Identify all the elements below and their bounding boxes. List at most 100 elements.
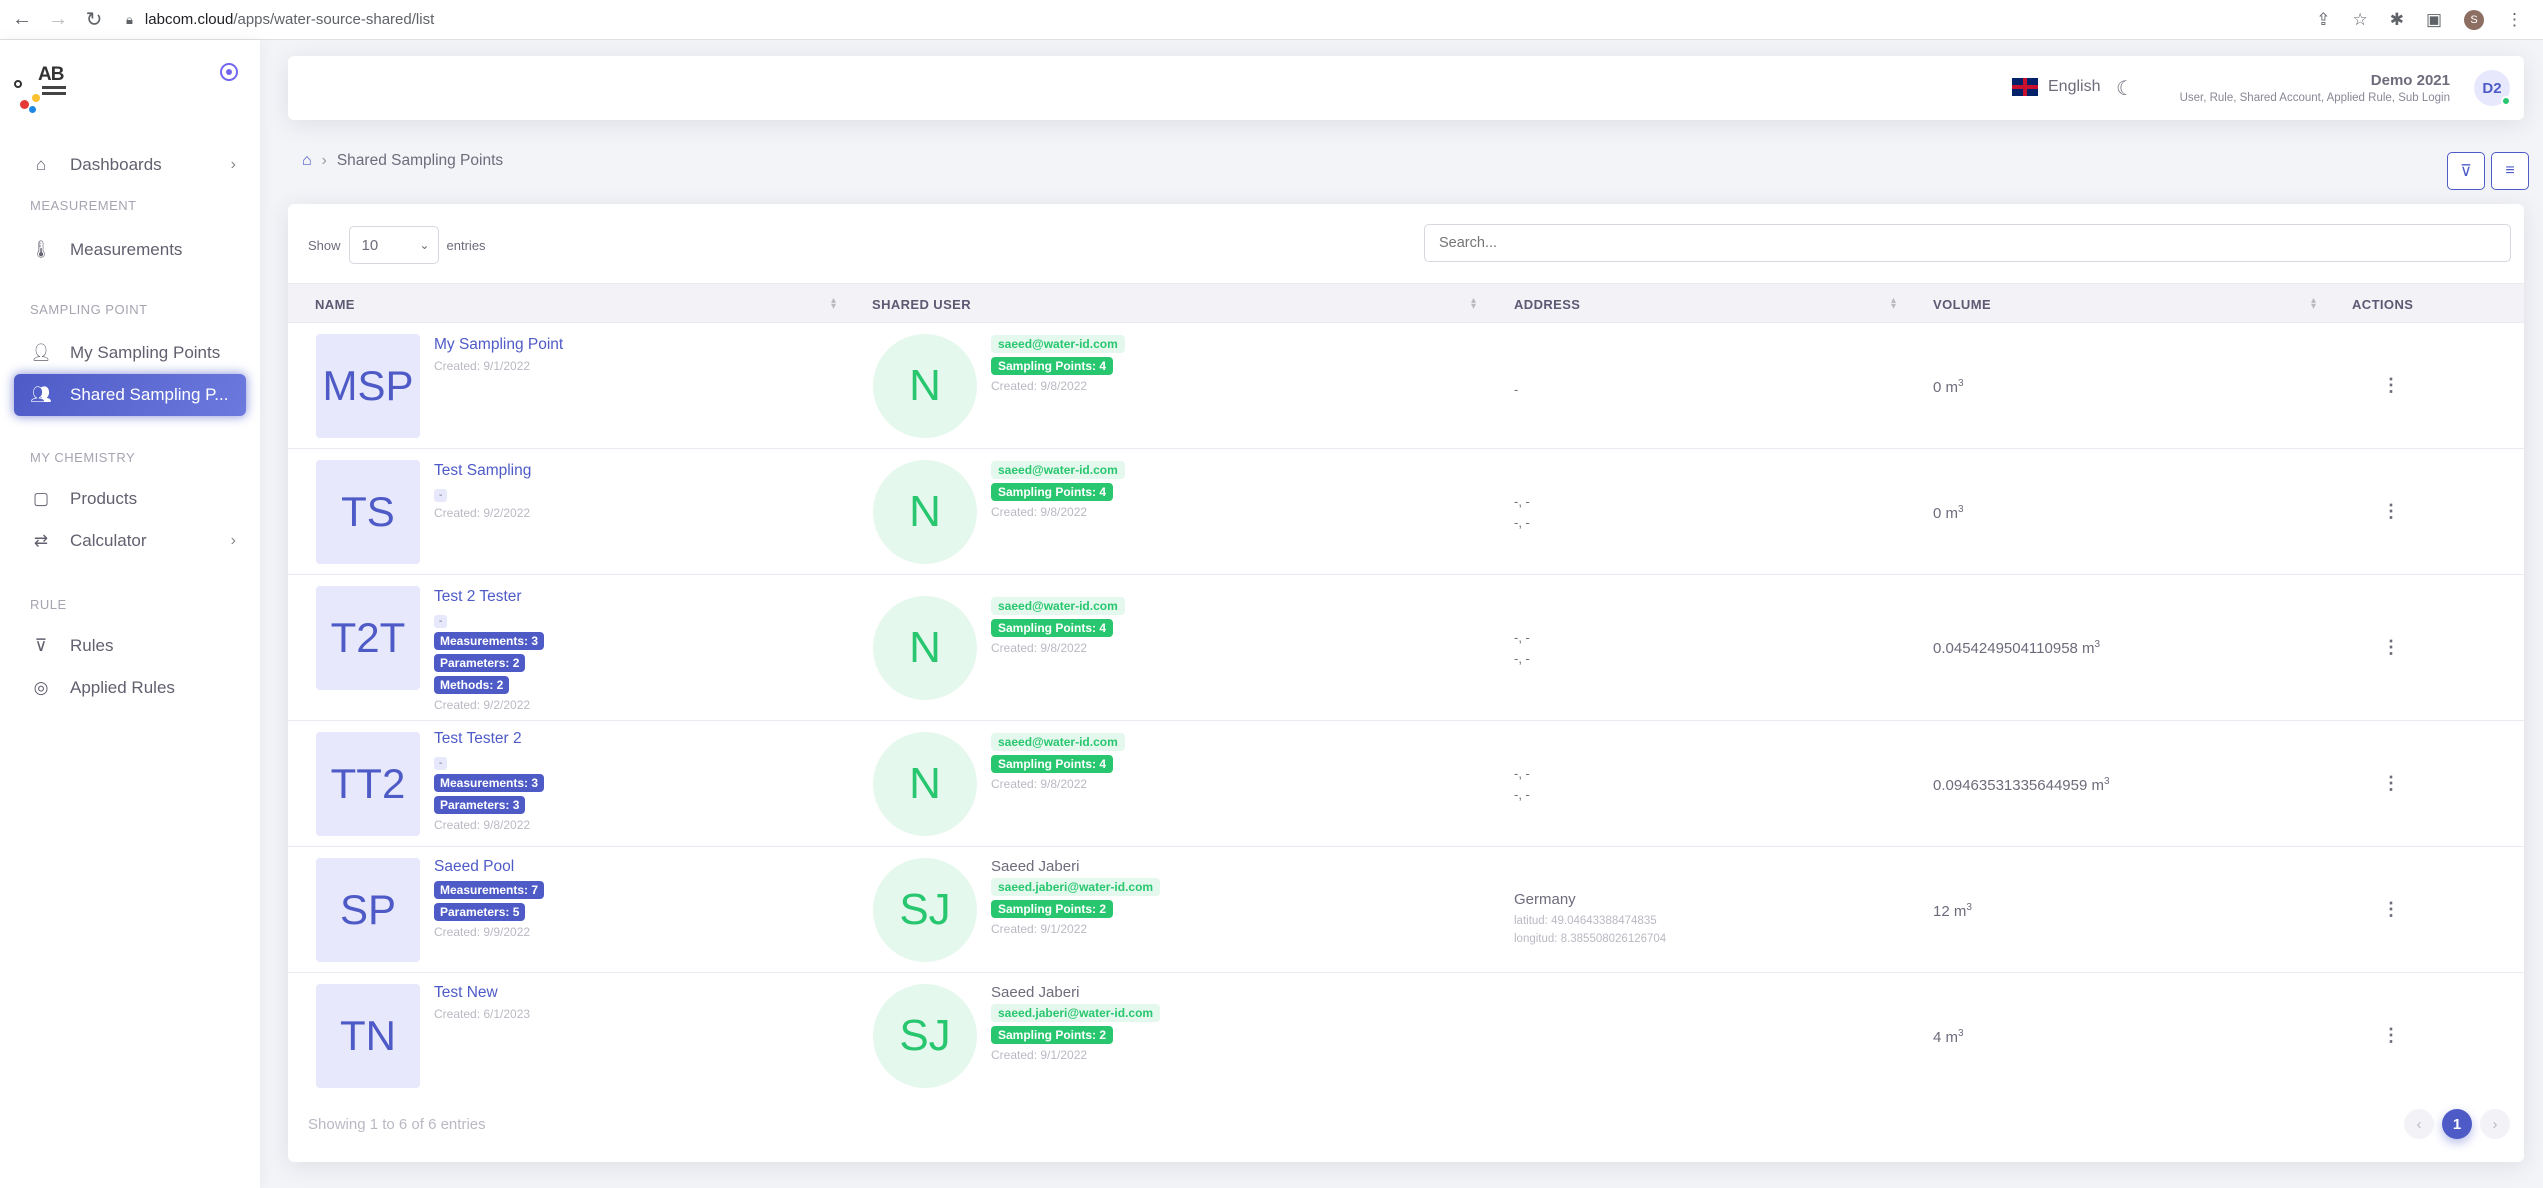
user-email-badge: saeed@water-id.com xyxy=(991,461,1125,479)
sampling-point-name-link[interactable]: Test Tester 2 xyxy=(434,730,544,748)
sampling-point-name-link[interactable]: Test New xyxy=(434,984,530,1002)
user-info[interactable]: Demo 2021 User, Rule, Shared Account, Ap… xyxy=(2180,72,2450,104)
chevron-down-icon: ⌄ xyxy=(419,238,430,252)
address-country: Germany xyxy=(1514,891,1576,908)
user-roles: User, Rule, Shared Account, Applied Rule… xyxy=(2179,92,2450,104)
entries-label: entries xyxy=(446,237,486,253)
more-icon[interactable]: ⋮ xyxy=(2506,10,2523,30)
sidebar-item-applied-rules[interactable]: ◎ Applied Rules xyxy=(14,667,246,709)
sampling-point-name-link[interactable]: Test Sampling xyxy=(434,462,531,480)
star-icon[interactable]: ☆ xyxy=(2352,10,2367,30)
sidebar-item-measurements[interactable]: 🌡︎ Measurements xyxy=(14,229,246,271)
sidebar-item-dashboards[interactable]: ⌂ Dashboards › xyxy=(14,144,246,186)
user-email-badge: saeed.jaberi@water-id.com xyxy=(991,1004,1161,1022)
row-actions-icon[interactable]: ⋮ xyxy=(2382,637,2400,658)
extensions-icon[interactable]: ✱ xyxy=(2390,10,2404,30)
avatar[interactable]: D2 xyxy=(2474,70,2511,106)
user-email-badge: saeed.jaberi@water-id.com xyxy=(991,878,1161,896)
section-measurement: MEASUREMENT xyxy=(30,198,137,213)
shared-user-avatar: N xyxy=(873,460,977,564)
user-email-badge: saeed@water-id.com xyxy=(991,597,1125,615)
address-line: -, - xyxy=(1514,630,1530,645)
user-created-date: Created: 9/8/2022 xyxy=(991,505,1088,519)
address-line: -, - xyxy=(1514,651,1530,666)
column-header-shared-user[interactable]: SHARED USER xyxy=(872,284,971,324)
language-selector[interactable]: English xyxy=(2012,78,2100,96)
filter-button[interactable]: ⊽ xyxy=(2447,152,2485,190)
filter-icon: ⊽ xyxy=(34,636,48,655)
sidebar-item-rules[interactable]: ⊽ Rules xyxy=(14,625,246,667)
sort-icon[interactable]: ▴ ▾ xyxy=(1891,296,1896,312)
pagination-next[interactable]: › xyxy=(2480,1109,2510,1139)
bag-icon: ▢ xyxy=(32,489,50,508)
chevron-right-icon: › xyxy=(230,156,236,173)
sidebar-item-shared-sampling-points[interactable]: 👥︎ Shared Sampling P... xyxy=(14,374,246,416)
table-info: Showing 1 to 6 of 6 entries xyxy=(308,1116,486,1133)
thermometer-icon: 🌡︎ xyxy=(30,240,52,259)
volume-value: 0 m3 xyxy=(1933,504,1964,522)
sort-icon[interactable]: ▴ ▾ xyxy=(831,296,836,312)
volume-value: 0.09463531335644959 m3 xyxy=(1933,776,2110,794)
menu-button[interactable]: ≡ xyxy=(2491,152,2529,190)
moon-icon[interactable]: ☾ xyxy=(2116,76,2134,101)
sampling-point-name-link[interactable]: My Sampling Point xyxy=(434,336,563,354)
column-header-address[interactable]: ADDRESS xyxy=(1514,284,1580,324)
page-size-select[interactable]: 10 ⌄ xyxy=(348,226,439,264)
menu-icon: ≡ xyxy=(2505,162,2515,179)
back-icon[interactable]: ← xyxy=(8,6,36,34)
sidebar-item-products[interactable]: ▢ Products xyxy=(14,478,246,520)
sampling-point-avatar: MSP xyxy=(316,334,420,438)
repeat-icon: ⇄ xyxy=(33,531,49,550)
column-header-volume[interactable]: VOLUME xyxy=(1933,284,1991,324)
row-actions-icon[interactable]: ⋮ xyxy=(2382,1025,2400,1046)
sidebar-item-my-sampling-points[interactable]: 👤︎ My Sampling Points xyxy=(14,332,246,374)
row-actions-icon[interactable]: ⋮ xyxy=(2382,773,2400,794)
sampling-point-avatar: TS xyxy=(316,460,420,564)
pagination-prev[interactable]: ‹ xyxy=(2404,1109,2434,1139)
app-logo[interactable]: AB xyxy=(12,62,72,113)
pin-sidebar-icon[interactable] xyxy=(220,63,238,81)
address-bar[interactable]: 🔒︎ labcom.cloud/apps/water-source-shared… xyxy=(126,11,434,28)
sidebar-item-label: Calculator xyxy=(70,531,147,550)
methods-badge: Methods: 2 xyxy=(434,676,510,694)
sampling-point-name-link[interactable]: Saeed Pool xyxy=(434,858,544,876)
avatar-initials: D2 xyxy=(2482,79,2502,97)
sidebar-item-label: Dashboards xyxy=(70,155,162,174)
measurements-badge: Measurements: 3 xyxy=(434,774,545,792)
row-actions-icon[interactable]: ⋮ xyxy=(2382,899,2400,920)
address-line: -, - xyxy=(1514,494,1530,509)
filter-icon: ⊽ xyxy=(2460,163,2472,180)
reload-icon[interactable]: ↻ xyxy=(80,6,108,34)
sampling-point-name-link[interactable]: Test 2 Tester xyxy=(434,588,544,606)
home-icon[interactable]: ⌂ xyxy=(302,152,312,170)
user-email-badge: saeed@water-id.com xyxy=(991,335,1125,353)
row-actions-icon[interactable]: ⋮ xyxy=(2382,375,2400,396)
pagination-page-1[interactable]: 1 xyxy=(2442,1109,2472,1139)
created-date: Created: 9/1/2022 xyxy=(434,359,531,373)
chevron-right-icon: › xyxy=(2492,1115,2498,1133)
sort-icon[interactable]: ▴ ▾ xyxy=(2311,296,2316,312)
shared-user-avatar: N xyxy=(873,334,977,438)
forward-icon[interactable]: → xyxy=(44,6,72,34)
user-name: Saeed Jaberi xyxy=(991,858,1080,875)
search-input[interactable] xyxy=(1424,224,2511,262)
user-sampling-points-badge: Sampling Points: 4 xyxy=(991,357,1114,375)
sidebar-item-calculator[interactable]: ⇄ Calculator › xyxy=(14,520,246,562)
profile-avatar[interactable]: S xyxy=(2464,10,2484,30)
shared-user-avatar: SJ xyxy=(873,984,977,1088)
sidepanel-icon[interactable]: ▣ xyxy=(2426,10,2442,30)
created-date: Created: 6/1/2023 xyxy=(434,1007,531,1021)
share-icon[interactable]: ⇪ xyxy=(2316,10,2330,30)
user-created-date: Created: 9/8/2022 xyxy=(991,379,1088,393)
created-date: Created: 9/9/2022 xyxy=(434,925,531,939)
sort-icon[interactable]: ▴ ▾ xyxy=(1471,296,1476,312)
shared-user-avatar: SJ xyxy=(873,858,977,962)
sidebar-item-label: Products xyxy=(70,489,138,508)
row-actions-icon[interactable]: ⋮ xyxy=(2382,501,2400,522)
url-path: /apps/water-source-shared/list xyxy=(233,11,435,28)
column-header-name[interactable]: NAME xyxy=(315,284,355,324)
show-label: Show xyxy=(308,237,341,253)
sidebar-item-label: Shared Sampling P... xyxy=(70,385,229,404)
user-name: Demo 2021 xyxy=(2370,72,2450,89)
sidebar: AB ⌂ Dashboards › MEASUREMENT 🌡︎ Measure… xyxy=(0,40,260,1188)
